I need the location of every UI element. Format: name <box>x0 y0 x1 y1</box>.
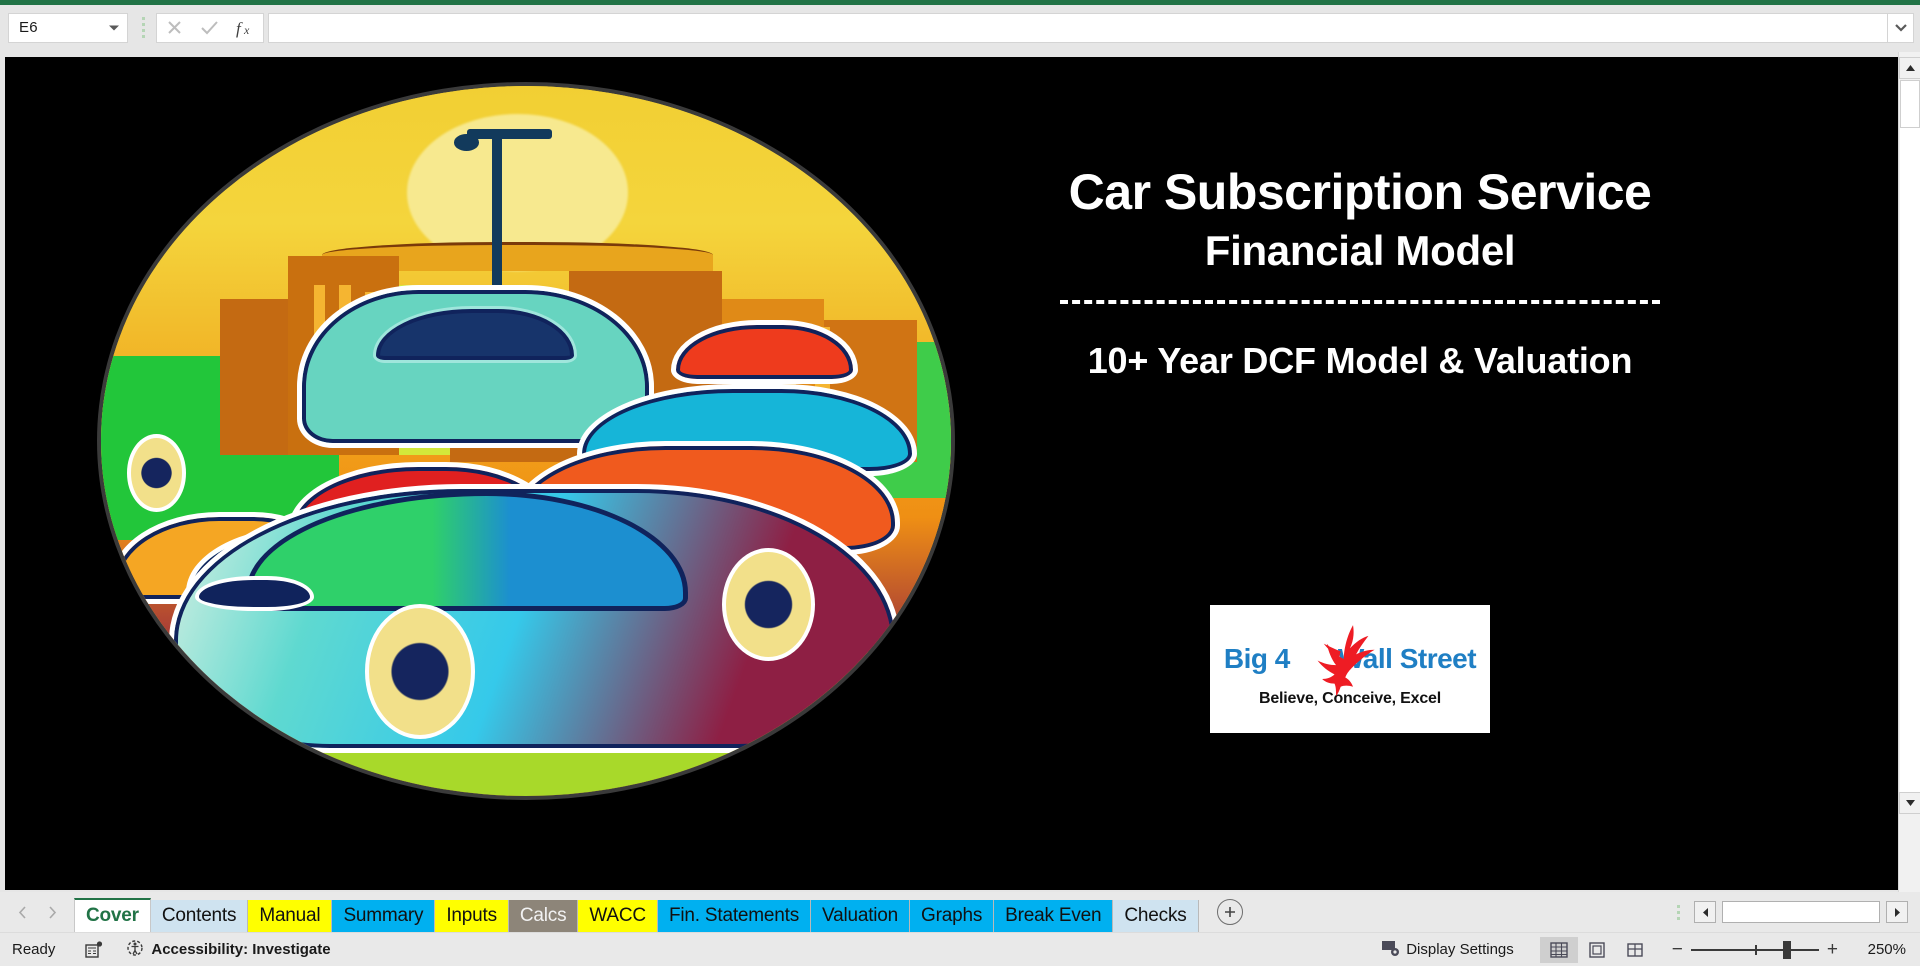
sheet-tab-graphs[interactable]: Graphs <box>910 900 995 932</box>
zoom-in-button[interactable]: + <box>1827 940 1838 959</box>
vertical-scrollbar[interactable] <box>1898 52 1920 892</box>
sheet-tab-calcs[interactable]: Calcs <box>508 900 579 932</box>
plus-circle-icon[interactable] <box>1216 899 1243 925</box>
expand-formula-bar-chevron-icon[interactable] <box>1888 12 1914 43</box>
display-settings-label: Display Settings <box>1406 941 1514 958</box>
sheet-tab-fin-statements[interactable]: Fin. Statements <box>657 900 812 932</box>
insert-function-fx-icon[interactable]: f x <box>228 14 262 42</box>
title-divider <box>1060 299 1660 304</box>
tab-resize-grip[interactable] <box>1677 904 1680 920</box>
vertical-scrollbar-thumb[interactable] <box>1900 80 1920 128</box>
sheet-tab-summary[interactable]: Summary <box>332 900 436 932</box>
vertical-scrollbar-track[interactable] <box>1900 128 1920 792</box>
sheet-tab-wacc[interactable]: WACC <box>578 900 658 932</box>
cover-sheet-canvas[interactable]: Car Subscription Service Financial Model… <box>5 57 1903 890</box>
sheet-tab-break-even[interactable]: Break Even <box>994 900 1114 932</box>
horizontal-scrollbar <box>1677 901 1908 923</box>
page-break-preview-icon[interactable] <box>1616 937 1654 963</box>
page-tagline: 10+ Year DCF Model & Valuation <box>1087 339 1633 381</box>
page-title: Car Subscription Service <box>1068 164 1652 220</box>
formula-bar-grip[interactable] <box>136 13 150 43</box>
chevron-right-icon[interactable] <box>44 904 60 920</box>
enter-check-icon[interactable] <box>193 14 227 42</box>
horizontal-scrollbar-track[interactable] <box>1722 901 1880 923</box>
name-box-value: E6 <box>19 19 38 36</box>
sheet-tabs: Cover Contents Manual Summary Inputs Cal… <box>74 892 1199 932</box>
sheet-tab-bar: Cover Contents Manual Summary Inputs Cal… <box>0 892 1920 932</box>
scroll-up-arrow-icon[interactable] <box>1899 57 1920 79</box>
display-settings-icon <box>1381 939 1401 961</box>
zoom-slider-track[interactable] <box>1690 940 1819 959</box>
chevron-down-icon[interactable] <box>109 25 119 30</box>
status-accessibility[interactable]: Accessibility: Investigate <box>127 939 331 961</box>
red-eagle-icon <box>1317 625 1375 696</box>
status-bar-right: Display Settings − + 250% <box>1381 936 1906 963</box>
chevron-left-icon[interactable] <box>14 904 30 920</box>
name-box[interactable]: E6 <box>8 12 128 43</box>
zoom-slider-thumb[interactable] <box>1783 940 1792 959</box>
zoom-slider[interactable]: − + <box>1672 940 1838 959</box>
sheet-tab-inputs[interactable]: Inputs <box>435 900 509 932</box>
record-macro-icon[interactable] <box>85 940 103 959</box>
formula-input[interactable] <box>268 12 1888 43</box>
accessibility-label: Accessibility: Investigate <box>151 941 331 958</box>
page-subtitle: Financial Model <box>1204 227 1516 274</box>
colorful-cars-city-illustration <box>97 82 955 800</box>
zoom-level-label[interactable]: 250% <box>1854 941 1906 958</box>
page-layout-view-icon[interactable] <box>1578 937 1616 963</box>
worksheet-area: Car Subscription Service Financial Model… <box>0 52 1920 892</box>
formula-action-group: f x <box>156 12 264 43</box>
accessibility-icon <box>127 939 145 961</box>
sheet-nav-arrows <box>14 904 60 920</box>
sheet-tab-contents[interactable]: Contents <box>150 900 249 932</box>
scroll-left-arrow-icon[interactable] <box>1694 901 1716 923</box>
cover-title-block: Car Subscription Service Financial Model… <box>990 162 1730 382</box>
company-logo: Big 4 Wall Street Believe, Conceive, Exc… <box>1210 605 1490 733</box>
status-bar: Ready Accessibility: Investigate Display… <box>0 932 1920 966</box>
formula-bar: E6 f x <box>0 5 1920 50</box>
sheet-tab-checks[interactable]: Checks <box>1113 900 1199 932</box>
sheet-tab-manual[interactable]: Manual <box>248 900 333 932</box>
logo-word-left: Big 4 <box>1223 643 1290 674</box>
normal-view-icon[interactable] <box>1539 936 1578 963</box>
zoom-slider-midpoint <box>1754 944 1757 955</box>
svg-text:x: x <box>243 23 250 37</box>
sheet-tab-cover[interactable]: Cover <box>74 898 151 932</box>
scroll-right-arrow-icon[interactable] <box>1886 901 1908 923</box>
svg-text:f: f <box>236 19 243 38</box>
zoom-out-button[interactable]: − <box>1672 940 1683 959</box>
scroll-down-arrow-icon[interactable] <box>1899 792 1920 814</box>
display-settings-button[interactable]: Display Settings <box>1381 939 1514 961</box>
status-state: Ready <box>12 941 56 958</box>
sheet-tab-valuation[interactable]: Valuation <box>811 900 911 932</box>
cancel-x-icon[interactable] <box>158 14 192 42</box>
